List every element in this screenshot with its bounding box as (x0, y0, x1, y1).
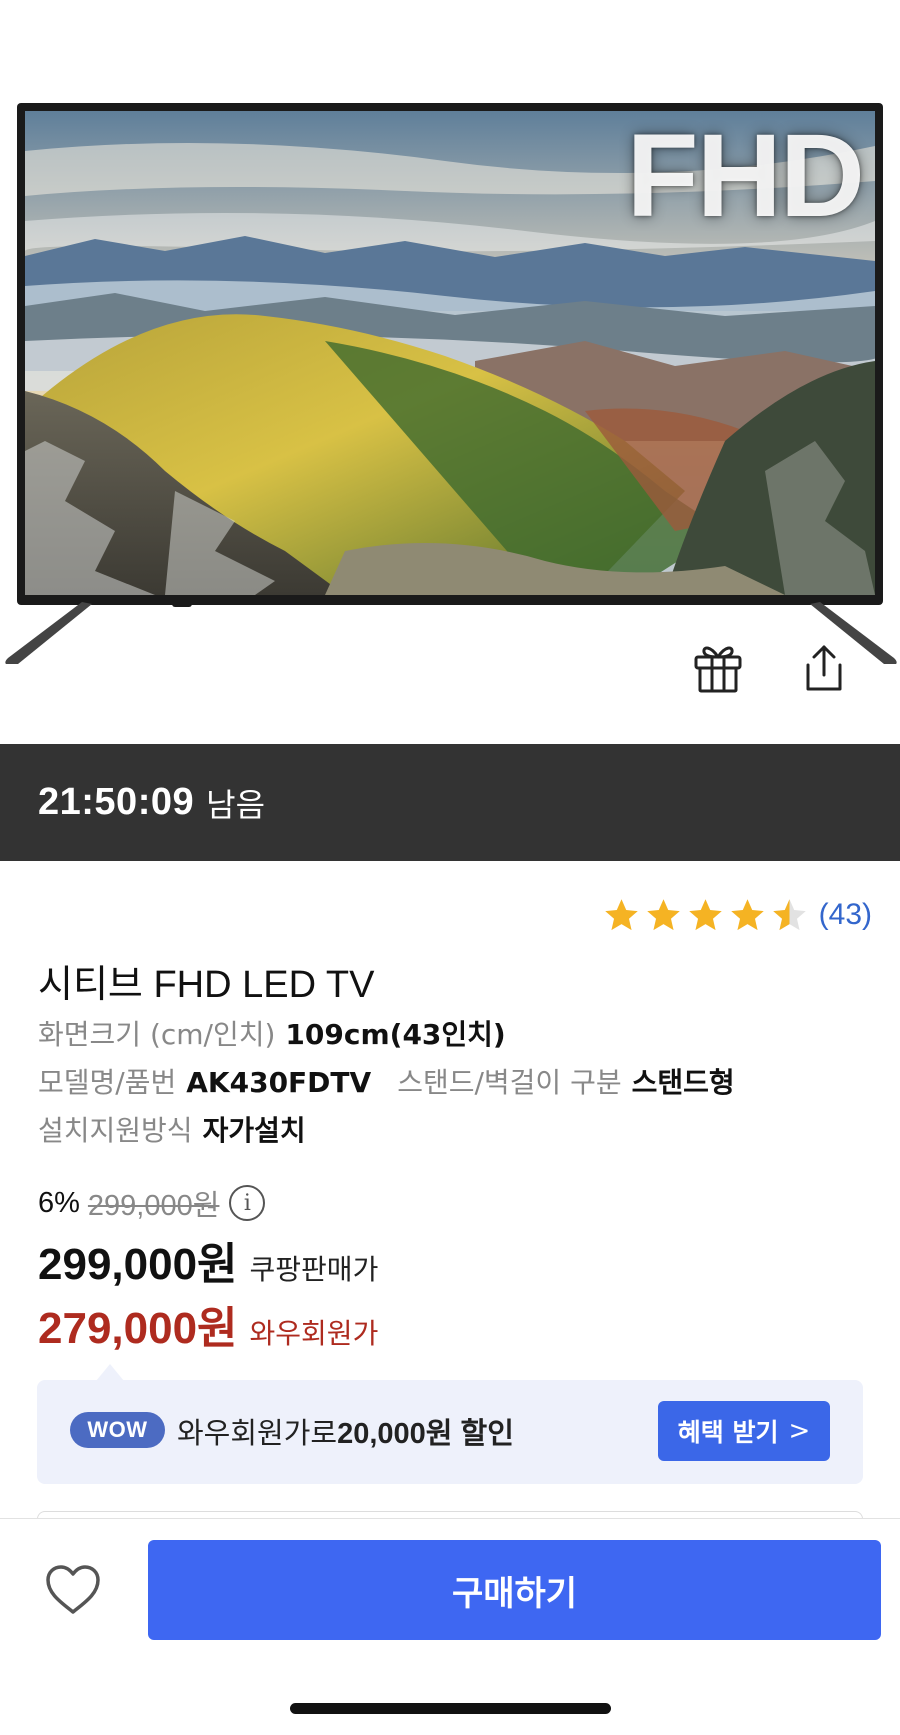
wishlist-button[interactable] (40, 1559, 106, 1621)
coupang-price-row: 299,000원 쿠팡판매가 (38, 1228, 378, 1292)
review-count[interactable]: (43) (819, 898, 872, 932)
discount-percent: 6% (38, 1186, 80, 1219)
countdown-time: 21:50:09 (38, 781, 195, 823)
spec-install: 설치지원방식 자가설치 (38, 1109, 306, 1149)
wow-promo-banner: WOW 와우회원가로20,000원 할인 혜택 받기 > (37, 1380, 863, 1484)
spec-value: AK430FDTV (186, 1066, 372, 1099)
star-icon (604, 898, 638, 930)
product-title: 시티브 FHD LED TV (38, 964, 375, 1006)
wow-promo-text: 와우회원가로20,000원 할인 (177, 1410, 514, 1452)
bottom-action-bar: 구매하기 (0, 1518, 900, 1735)
star-half-icon (772, 898, 806, 930)
spec-label: 모델명/품번 (38, 1066, 177, 1099)
tv-stand-left (5, 602, 92, 664)
buy-button[interactable]: 구매하기 (148, 1540, 881, 1640)
product-image-area: FHD (0, 0, 900, 744)
spec-model-stand: 모델명/품번 AK430FDTV 스탠드/벽걸이 구분 스탠드형 (38, 1061, 735, 1101)
promo-pointer (96, 1364, 124, 1381)
spec-value: 자가설치 (202, 1114, 306, 1147)
spec-label: 설치지원방식 (38, 1114, 193, 1147)
rating[interactable]: (43) (602, 893, 872, 937)
heart-icon (46, 1565, 100, 1614)
discount-row: 6% 299,000원 i (38, 1182, 266, 1224)
coupang-price: 299,000원 (38, 1240, 238, 1289)
wow-price: 279,000원 (38, 1304, 238, 1353)
spec-screen-size: 화면크기 (cm/인치) 109cm(43인치) (38, 1013, 506, 1053)
info-icon[interactable]: i (229, 1185, 266, 1221)
countdown-suffix: 남음 (206, 785, 266, 824)
home-indicator (290, 1703, 611, 1714)
product-image[interactable]: FHD (17, 103, 883, 605)
fhd-overlay-text: FHD (626, 111, 865, 242)
coupang-price-label: 쿠팡판매가 (249, 1253, 379, 1286)
tv-sensor (172, 602, 192, 607)
spec-label: 스탠드/벽걸이 구분 (397, 1066, 622, 1099)
wow-price-label: 와우회원가 (249, 1317, 379, 1350)
get-benefit-button[interactable]: 혜택 받기 > (658, 1401, 830, 1461)
spec-value: 스탠드형 (631, 1066, 735, 1099)
tv-screen-landscape: FHD (25, 111, 875, 595)
star-icon (688, 898, 722, 930)
deal-timer-bar: 21:50:09 남음 (0, 744, 900, 861)
wow-badge: WOW (70, 1412, 165, 1448)
wow-price-row: 279,000원 와우회원가 (38, 1292, 378, 1356)
wow-promo-prefix: 와우회원가로 (177, 1416, 338, 1450)
star-icon (730, 898, 764, 930)
spec-value: 109cm(43인치) (285, 1018, 506, 1051)
original-price: 299,000원 (87, 1190, 220, 1222)
get-benefit-label: 혜택 받기 (677, 1418, 779, 1447)
gift-icon[interactable] (688, 638, 748, 698)
share-icon[interactable] (794, 638, 854, 698)
star-rating (602, 896, 809, 935)
spec-label: 화면크기 (cm/인치) (38, 1018, 276, 1051)
star-icon (646, 898, 680, 930)
chevron-right-icon: > (788, 1416, 811, 1446)
wow-promo-amount: 20,000원 할인 (337, 1418, 514, 1450)
